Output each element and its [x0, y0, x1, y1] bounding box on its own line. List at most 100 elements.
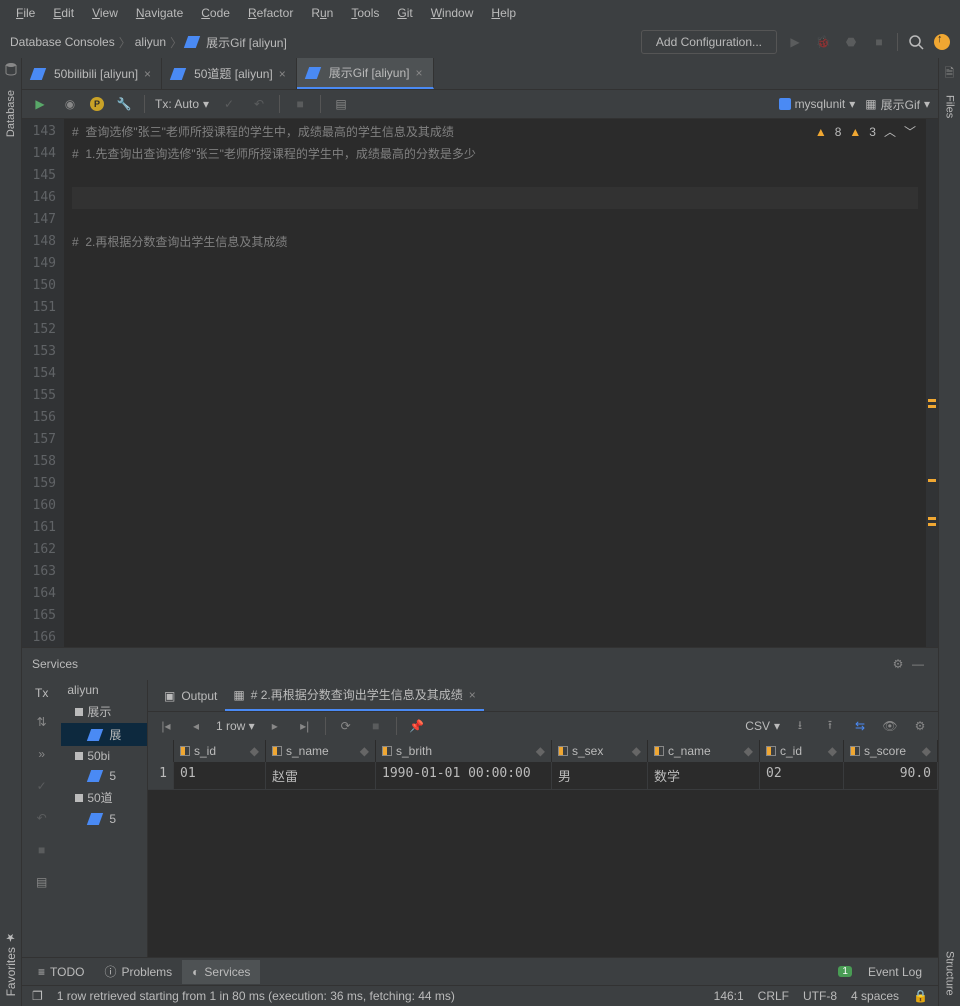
grid-cell[interactable]: 1990-01-01 00:00:00 — [376, 762, 552, 790]
code-line[interactable]: # 查询选修"张三"老师所授课程的学生中，成绩最高的学生信息及其成绩 — [72, 121, 918, 143]
commit-icon[interactable]: ✓ — [219, 94, 239, 114]
debug-icon[interactable]: 🐞 — [813, 32, 833, 52]
breadcrumb-item[interactable]: 展示Gif [aliyun] — [206, 34, 287, 51]
window-icon[interactable]: ❐ — [32, 989, 43, 1003]
row-number[interactable]: 1 — [148, 762, 174, 790]
code-line[interactable] — [72, 341, 918, 363]
cancel-query-icon[interactable]: ■ — [290, 94, 310, 114]
result-grid[interactable]: s_id◆s_name◆s_brith◆s_sex◆c_name◆c_id◆s_… — [148, 740, 938, 957]
tree-node[interactable]: 5 — [61, 809, 147, 829]
services-tab[interactable]: ◐Services — [182, 960, 260, 984]
menu-view[interactable]: View — [84, 4, 126, 22]
sort-icon[interactable]: ◆ — [250, 744, 259, 758]
search-icon[interactable] — [906, 32, 926, 52]
result-tab[interactable]: ▦ # 2.再根据分数查询出学生信息及其成绩 × — [225, 680, 483, 711]
gear-icon[interactable]: ⚙ — [888, 654, 908, 674]
code-line[interactable] — [72, 517, 918, 539]
code-line[interactable]: # 1.先查询出查询选修"张三"老师所授课程的学生中，成绩最高的分数是多少 — [72, 143, 918, 165]
code-line[interactable] — [72, 165, 918, 187]
tree-node[interactable]: 50道 — [61, 786, 147, 809]
code-area[interactable]: ▲8 ▲3 ︿ ﹀ # 查询选修"张三"老师所授课程的学生中，成绩最高的学生信息… — [64, 119, 926, 647]
close-icon[interactable]: × — [279, 67, 286, 81]
breadcrumb-item[interactable]: aliyun — [135, 35, 166, 49]
menu-code[interactable]: Code — [193, 4, 238, 22]
code-line[interactable] — [72, 407, 918, 429]
export-format[interactable]: CSV ▾ — [745, 719, 780, 733]
compare-icon[interactable]: ⇆ — [850, 716, 870, 736]
sort-icon[interactable]: ◆ — [828, 744, 837, 758]
output-tab[interactable]: ▣ Output — [156, 683, 225, 709]
menu-edit[interactable]: Edit — [45, 4, 82, 22]
files-tool[interactable]: Files — [942, 85, 958, 128]
menu-refactor[interactable]: Refactor — [240, 4, 301, 22]
editor-tab[interactable]: 50道题 [aliyun]× — [162, 58, 297, 89]
column-header[interactable]: c_id◆ — [760, 740, 844, 762]
menu-window[interactable]: Window — [423, 4, 482, 22]
column-header[interactable]: s_score◆ — [844, 740, 938, 762]
menu-tools[interactable]: Tools — [343, 4, 387, 22]
code-line[interactable] — [72, 319, 918, 341]
close-icon[interactable]: × — [416, 66, 423, 80]
column-header[interactable]: s_id◆ — [174, 740, 266, 762]
lock-icon[interactable]: 🔒 — [913, 989, 928, 1003]
prev-page-icon[interactable]: ◂ — [186, 716, 206, 736]
marker-rail[interactable] — [926, 119, 938, 647]
filter-icon[interactable]: ⇅ — [32, 712, 52, 732]
expand-icon[interactable]: » — [32, 744, 52, 764]
todo-tab[interactable]: ≡TODO — [28, 960, 94, 984]
code-line[interactable] — [72, 209, 918, 231]
download-icon[interactable]: ⭳ — [790, 716, 810, 736]
grid-cell[interactable]: 数学 — [648, 762, 760, 790]
chevron-up-icon[interactable]: ︿ — [884, 123, 896, 140]
tree-node-root[interactable]: aliyun — [61, 680, 147, 700]
tree-node[interactable]: 展 — [61, 723, 147, 746]
chevron-down-icon[interactable]: ﹀ — [904, 123, 916, 140]
pin-icon[interactable]: 📌 — [407, 716, 427, 736]
menu-navigate[interactable]: Navigate — [128, 4, 191, 22]
breadcrumb-item[interactable]: Database Consoles — [10, 35, 115, 49]
code-line[interactable] — [72, 297, 918, 319]
eventlog-tab[interactable]: Event Log — [858, 960, 932, 984]
update-icon[interactable] — [934, 34, 950, 50]
schema-selector[interactable]: mysqlunit▾ — [779, 97, 856, 111]
sort-icon[interactable]: ◆ — [536, 744, 545, 758]
check-icon[interactable]: ✓ — [32, 776, 52, 796]
code-line[interactable] — [72, 473, 918, 495]
add-configuration[interactable]: Add Configuration... — [641, 30, 777, 54]
minimize-icon[interactable]: — — [908, 654, 928, 674]
stop-icon[interactable]: ■ — [366, 716, 386, 736]
gear-icon[interactable]: ⚙ — [910, 716, 930, 736]
wrench-icon[interactable]: 🔧 — [114, 94, 134, 114]
layout-icon[interactable]: ▤ — [32, 872, 52, 892]
execute-icon[interactable]: ▶ — [30, 94, 50, 114]
caret-position[interactable]: 146:1 — [714, 989, 744, 1003]
code-line[interactable] — [72, 627, 918, 649]
grid-cell[interactable]: 90.0 — [844, 762, 938, 790]
grid-cell[interactable]: 男 — [552, 762, 648, 790]
menu-git[interactable]: Git — [389, 4, 420, 22]
code-line[interactable] — [72, 605, 918, 627]
close-icon[interactable]: × — [469, 688, 476, 702]
grid-cell[interactable]: 赵雷 — [266, 762, 376, 790]
structure-tool[interactable]: Structure — [942, 941, 958, 1006]
tree-node[interactable]: 5 — [61, 766, 147, 786]
sort-icon[interactable]: ◆ — [744, 744, 753, 758]
inspections-widget[interactable]: ▲8 ▲3 ︿ ﹀ — [815, 123, 916, 140]
code-line[interactable] — [72, 561, 918, 583]
code-line[interactable] — [72, 385, 918, 407]
code-line[interactable] — [72, 451, 918, 473]
progress-icon[interactable]: P — [90, 97, 104, 111]
console-selector[interactable]: ▦ 展示Gif▾ — [865, 96, 930, 113]
row-count[interactable]: 1 row ▾ — [216, 719, 255, 733]
explain-plan-icon[interactable]: ◉ — [60, 94, 80, 114]
reload-icon[interactable]: ⟳ — [336, 716, 356, 736]
rollback-icon[interactable]: ↶ — [249, 94, 269, 114]
code-line[interactable] — [72, 495, 918, 517]
tree-node[interactable]: 展示 — [61, 700, 147, 723]
column-header[interactable]: s_sex◆ — [552, 740, 648, 762]
run-icon[interactable]: ▶ — [785, 32, 805, 52]
column-header[interactable]: s_name◆ — [266, 740, 376, 762]
view-icon[interactable]: ▤ — [331, 94, 351, 114]
close-icon[interactable]: × — [144, 67, 151, 81]
upload-icon[interactable]: ⭱ — [820, 716, 840, 736]
